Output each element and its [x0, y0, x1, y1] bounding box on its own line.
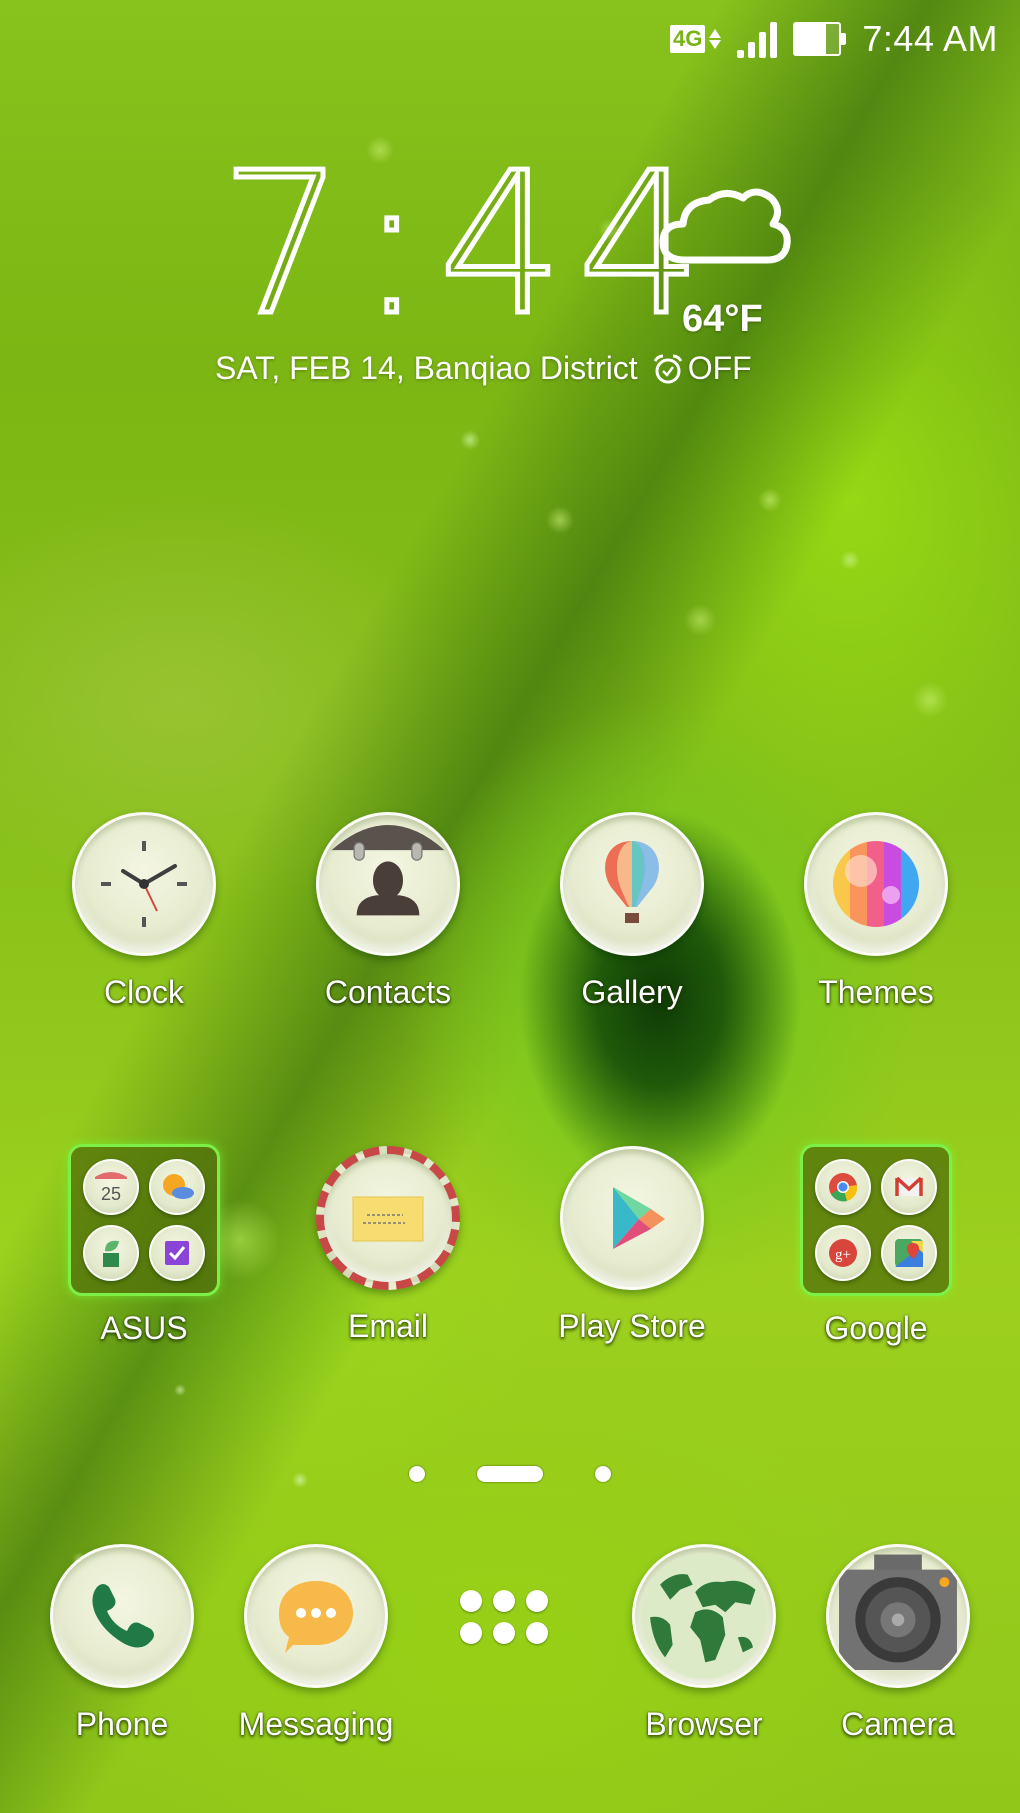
messaging-icon: [244, 1544, 388, 1688]
page-indicator[interactable]: [0, 1466, 1020, 1482]
app-label: Phone: [75, 1706, 169, 1742]
widget-time[interactable]: 7:44: [217, 145, 716, 346]
page-dot[interactable]: [595, 1466, 611, 1482]
themes-palette-icon: [804, 812, 948, 956]
power-saver-icon: [83, 1225, 139, 1281]
play-store-icon: [560, 1146, 704, 1290]
clock-icon: [72, 812, 216, 956]
status-time: 7:44 AM: [862, 18, 998, 59]
google-plus-icon: g+: [815, 1225, 871, 1281]
data-arrows-icon: [709, 29, 722, 49]
page-dot-active[interactable]: [477, 1466, 543, 1482]
signal-icon: [737, 20, 778, 58]
dock-messaging[interactable]: Messaging: [216, 1544, 416, 1743]
calendar-date: 25: [101, 1184, 121, 1204]
network-type: 4G: [670, 25, 706, 53]
chrome-icon: [815, 1159, 871, 1215]
maps-icon: [881, 1225, 937, 1281]
page-dot[interactable]: [409, 1466, 425, 1482]
app-themes[interactable]: Themes: [776, 812, 976, 1011]
alarm-status[interactable]: OFF: [652, 350, 752, 387]
app-label: Clock: [103, 974, 184, 1010]
camera-icon: [826, 1544, 970, 1688]
app-label: Browser: [645, 1706, 763, 1742]
app-label: Google: [824, 1310, 928, 1346]
app-label: Play Store: [558, 1308, 706, 1344]
envelope-icon: [316, 1146, 460, 1290]
dock-camera[interactable]: Camera: [798, 1544, 998, 1743]
date-location-line: SAT, FEB 14, Banqiao District OFF: [215, 350, 752, 387]
app-play-store[interactable]: Play Store: [532, 1146, 732, 1345]
temperature[interactable]: 64°F: [682, 298, 763, 341]
calendar-icon: 25: [83, 1159, 139, 1215]
app-clock[interactable]: Clock: [44, 812, 244, 1011]
folder-asus[interactable]: 25 ASUS: [44, 1144, 244, 1347]
app-label: Email: [347, 1308, 428, 1344]
dock-phone[interactable]: Phone: [22, 1544, 222, 1743]
alarm-clock-icon: [653, 354, 682, 383]
battery-icon: [793, 22, 847, 56]
app-label: ASUS: [100, 1310, 188, 1346]
all-apps-icon[interactable]: [460, 1590, 560, 1650]
hot-air-balloon-icon: [560, 812, 704, 956]
globe-icon: [632, 1544, 776, 1688]
app-label: Camera: [841, 1706, 955, 1742]
do-it-later-icon: [149, 1225, 205, 1281]
app-contacts[interactable]: Contacts: [288, 812, 488, 1011]
folder-icon: g+: [800, 1144, 952, 1296]
app-label: Contacts: [324, 974, 452, 1010]
app-gallery[interactable]: Gallery: [532, 812, 732, 1011]
app-label: Messaging: [238, 1706, 394, 1742]
battery-fill: [795, 24, 827, 54]
date-location: SAT, FEB 14, Banqiao District: [215, 350, 638, 386]
network-4g-icon: 4G: [670, 25, 722, 53]
phone-icon: [50, 1544, 194, 1688]
dock-browser[interactable]: Browser: [604, 1544, 804, 1743]
app-label: Gallery: [581, 974, 683, 1010]
weather-icon: [149, 1159, 205, 1215]
alarm-off-label: OFF: [687, 350, 752, 386]
folder-icon: 25: [68, 1144, 220, 1296]
status-bar: 4G 7:44 AM: [670, 14, 998, 64]
contacts-icon: [316, 812, 460, 956]
folder-google[interactable]: g+ Google: [776, 1144, 976, 1347]
gmail-icon: [881, 1159, 937, 1215]
app-email[interactable]: Email: [288, 1146, 488, 1345]
clock-weather-widget[interactable]: 7:44 64°F SAT, FEB 14, Banqiao District …: [200, 145, 820, 400]
cloud-icon[interactable]: [655, 182, 795, 272]
app-label: Themes: [818, 974, 934, 1010]
svg-text:g+: g+: [835, 1247, 851, 1263]
